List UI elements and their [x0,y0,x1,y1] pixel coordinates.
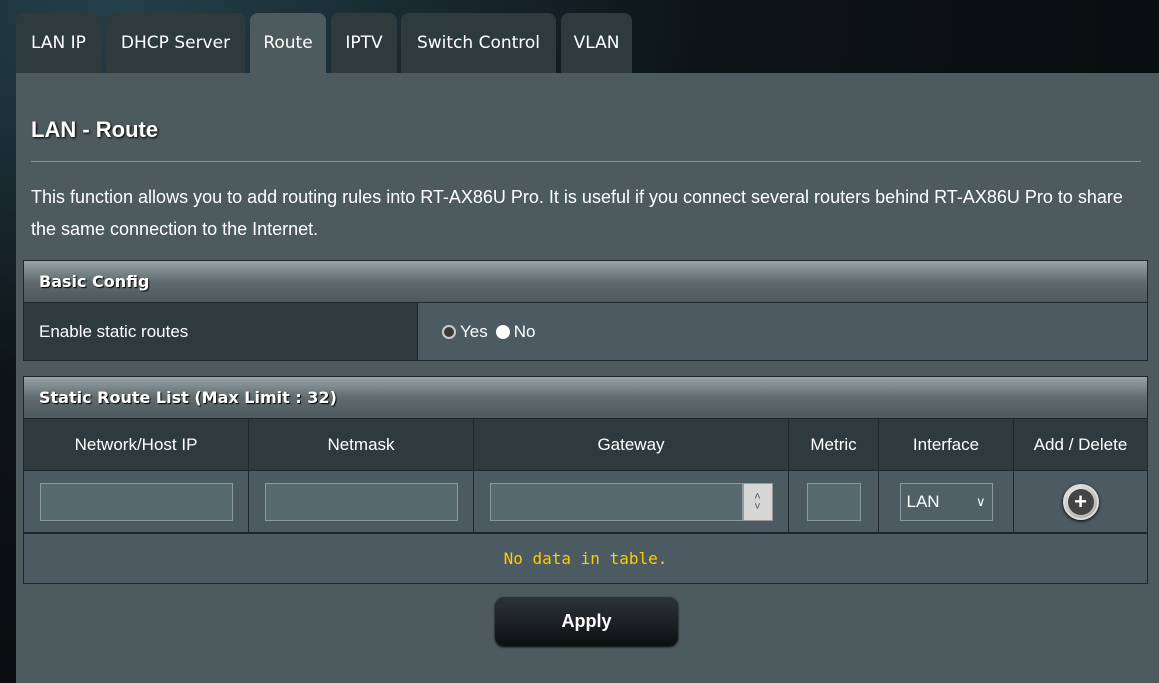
radio-yes-label[interactable]: Yes [460,322,488,342]
col-network-host-ip: Network/Host IP [24,419,249,470]
gateway-combobox[interactable]: ˄ ˅ [489,482,773,521]
static-route-table: Static Route List (Max Limit : 32) Netwo… [23,376,1148,584]
basic-config-table: Basic Config Enable static routes Yes No [23,260,1148,361]
metric-input[interactable] [806,482,861,521]
tab-route[interactable]: Route [250,13,326,73]
radio-no-label[interactable]: No [514,322,536,342]
add-icon[interactable]: + [1062,483,1099,520]
enable-static-routes-options: Yes No [418,303,1147,360]
static-route-header: Static Route List (Max Limit : 32) [24,377,1147,419]
apply-button[interactable]: Apply [495,597,678,646]
tab-iptv[interactable]: IPTV [331,13,397,73]
col-add-delete: Add / Delete [1014,419,1147,470]
col-gateway: Gateway [474,419,789,470]
netmask-input[interactable] [264,482,458,521]
tab-dhcp-server[interactable]: DHCP Server [106,13,245,73]
enable-static-routes-label: Enable static routes [24,303,418,360]
tab-switch-control[interactable]: Switch Control [401,13,556,73]
gateway-spinner-icon[interactable]: ˄ ˅ [742,482,773,521]
interface-value: LAN [906,491,940,511]
radio-no[interactable] [495,324,510,339]
col-netmask: Netmask [249,419,474,470]
radio-yes[interactable] [442,324,456,339]
basic-config-header: Basic Config [24,261,1147,303]
divider [31,161,1141,162]
interface-select[interactable]: LAN ∨ [899,482,993,521]
chevron-down-icon: ∨ [975,493,986,509]
content-panel: LAN - Route This function allows you to … [16,73,1159,683]
no-data-message: No data in table. [503,549,668,568]
network-host-ip-input[interactable] [39,482,233,521]
tab-lan-ip[interactable]: LAN IP [16,13,101,73]
page-title: LAN - Route [31,117,159,142]
col-metric: Metric [789,419,879,470]
gateway-input[interactable] [489,482,743,521]
tab-vlan[interactable]: VLAN [561,13,632,73]
col-interface: Interface [879,419,1014,470]
page-description: This function allows you to add routing … [31,187,1123,239]
